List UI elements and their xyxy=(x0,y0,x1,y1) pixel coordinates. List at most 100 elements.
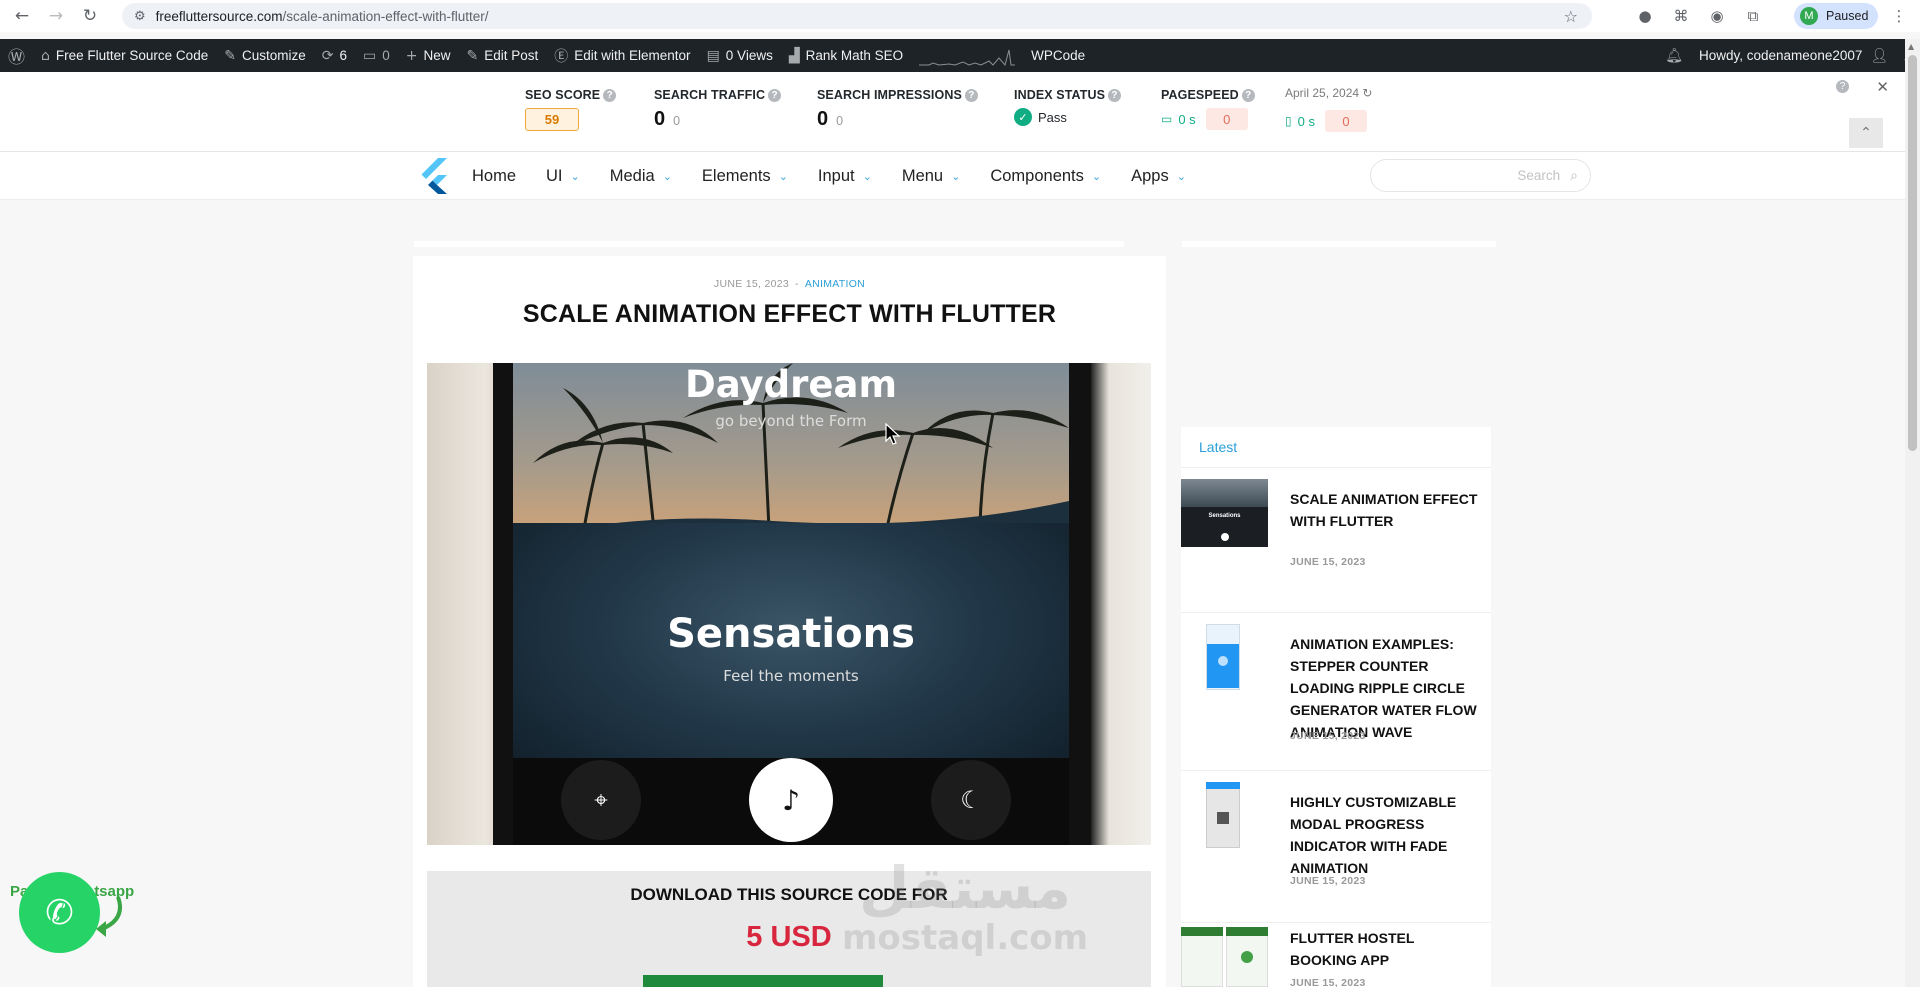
admin-views-link[interactable]: ▤ 0 Views xyxy=(699,39,781,72)
site-info-icon[interactable]: ⚙ xyxy=(134,9,146,24)
admin-account-link[interactable]: Howdy, codenameone2007 👤︎ xyxy=(1691,39,1896,72)
admin-elementor-link[interactable]: Ⓔ Edit with Elementor xyxy=(546,39,698,72)
post-thumbnail[interactable] xyxy=(1204,624,1242,692)
admin-site-link[interactable]: ⌂ Free Flutter Source Code xyxy=(33,39,216,72)
post-title-link[interactable]: HIGHLY CUSTOMIZABLE MODAL PROGRESS INDIC… xyxy=(1290,791,1480,879)
content-divider xyxy=(414,241,1124,247)
elementor-icon: Ⓔ xyxy=(554,48,569,65)
menu-item-media[interactable]: Media ⌄ xyxy=(610,167,672,186)
post-title-link[interactable]: FLUTTER HOSTEL BOOKING APP xyxy=(1290,927,1480,971)
admin-rank-math-link[interactable]: ▟ Rank Math SEO xyxy=(781,39,911,72)
menu-item-home[interactable]: Home xyxy=(472,167,516,186)
scroll-up-icon[interactable]: ▲ xyxy=(1908,42,1914,51)
help-icon[interactable]: ? xyxy=(1836,80,1849,93)
post-date: JUNE 15, 2023 xyxy=(1290,556,1366,568)
home-icon: ⌂ xyxy=(41,47,50,64)
browser-menu-icon[interactable]: ⋮ xyxy=(1888,5,1910,27)
phone-frame: Daydream go beyond the Form Sensations F… xyxy=(493,363,1091,845)
reload-icon[interactable]: ↻ xyxy=(78,4,102,28)
mobile-icon: ▯ xyxy=(1285,114,1292,128)
moon-icon: ☾ xyxy=(931,760,1011,840)
post-thumbnail[interactable]: Sensations xyxy=(1181,479,1268,547)
wordpress-logo-icon[interactable]: Ⓦ xyxy=(0,39,33,72)
chart-icon: ▤ xyxy=(706,47,720,64)
code-extension-icon[interactable]: ⌘ xyxy=(1670,5,1692,27)
latest-posts-widget: Latest Sensations SCALE ANIMATION EFFECT… xyxy=(1181,427,1491,987)
user-icon: 👤︎ xyxy=(1870,47,1889,64)
menu-item-apps[interactable]: Apps ⌄ xyxy=(1131,167,1186,186)
search-input[interactable] xyxy=(1410,168,1561,183)
post-thumbnail[interactable] xyxy=(1204,782,1242,850)
page-scrollbar[interactable]: ▲ xyxy=(1905,39,1920,987)
download-title: DOWNLOAD THIS SOURCE CODE FOR xyxy=(630,885,948,904)
admin-comments-link[interactable]: ▭ 0 xyxy=(355,39,398,72)
check-icon: ✓ xyxy=(1014,108,1032,126)
admin-wpcode-link[interactable]: WPCode xyxy=(1023,39,1093,72)
close-icon[interactable]: ✕ xyxy=(1876,78,1889,96)
post-title-link[interactable]: SCALE ANIMATION EFFECT WITH FLUTTER xyxy=(1290,488,1480,532)
index-status-stat: INDEX STATUS? ✓ Pass xyxy=(1014,88,1122,126)
post-date: JUNE 15, 2023 xyxy=(1290,730,1366,742)
desktop-icon: ▭ xyxy=(1161,112,1173,126)
scrollbar-thumb[interactable] xyxy=(1908,55,1917,451)
phone-screen: Daydream go beyond the Form Sensations F… xyxy=(513,363,1069,845)
list-item[interactable]: Sensations SCALE ANIMATION EFFECT WITH F… xyxy=(1181,468,1491,613)
arrow-forward-icon[interactable]: → xyxy=(44,4,68,28)
pagespeed-stat: PAGESPEED? ▭ 0 s 0 xyxy=(1161,88,1255,130)
puzzle-extensions-icon[interactable]: ⧉ xyxy=(1742,5,1764,27)
page-title: SCALE ANIMATION EFFECT WITH FLUTTER xyxy=(522,300,1057,328)
menu-item-ui[interactable]: UI ⌄ xyxy=(546,167,580,186)
menu-item-elements[interactable]: Elements ⌄ xyxy=(702,167,788,186)
admin-updates-link[interactable]: ⟳ 6 xyxy=(314,39,355,72)
post-meta: JUNE 15, 2023- ANIMATION xyxy=(713,278,866,290)
help-icon[interactable]: ? xyxy=(768,89,782,102)
chevron-down-icon: ⌄ xyxy=(778,169,788,183)
mouse-cursor-icon xyxy=(885,423,901,445)
whatsapp-icon: ✆ xyxy=(45,892,74,933)
help-icon[interactable]: ? xyxy=(1108,89,1122,102)
price: 5 USD xyxy=(746,921,832,953)
search-traffic-stat: SEARCH TRAFFIC? 00 xyxy=(654,88,782,131)
list-item[interactable]: FLUTTER HOSTEL BOOKING APP JUNE 15, 2023 xyxy=(1181,923,1491,987)
chevron-down-icon: ⌄ xyxy=(1091,169,1102,183)
address-bar[interactable]: ⚙ freefluttersource.com/scale-animation-… xyxy=(122,3,1592,29)
widget-title: Latest xyxy=(1181,427,1491,468)
menu-item-input[interactable]: Input ⌄ xyxy=(818,167,872,186)
search-impressions-stat: SEARCH IMPRESSIONS? 00 xyxy=(817,88,978,131)
refresh-icon[interactable]: ↻ xyxy=(1362,86,1372,100)
extension-icon[interactable]: ● xyxy=(1634,5,1656,27)
menu-item-components[interactable]: Components ⌄ xyxy=(990,167,1101,186)
whatsapp-button[interactable]: ✆ xyxy=(19,872,100,953)
chevron-down-icon: ⌄ xyxy=(570,169,580,183)
chevron-down-icon: ⌄ xyxy=(1176,169,1186,183)
help-icon[interactable]: ? xyxy=(964,89,978,102)
chevron-up-icon[interactable]: ⌃ xyxy=(1849,118,1883,148)
brush-icon: ✎ xyxy=(224,47,236,64)
bell-icon[interactable]: 🔔︎ xyxy=(1657,39,1691,72)
post-thumbnail[interactable] xyxy=(1181,927,1268,987)
help-icon[interactable]: ? xyxy=(1241,89,1255,102)
list-item[interactable]: ANIMATION EXAMPLES: STEPPER COUNTER LOAD… xyxy=(1181,613,1491,771)
wp-admin-bar: Ⓦ ⌂ Free Flutter Source Code ✎ Customize ⟳… xyxy=(0,39,1920,72)
post-category-link[interactable]: ANIMATION xyxy=(805,278,865,290)
profile-button[interactable]: M Paused xyxy=(1794,3,1878,29)
main-menu: Home UI ⌄ Media ⌄ Elements ⌄ Input ⌄ Menu ⌄ C… xyxy=(472,152,1216,200)
pagespeed-date: April 25, 2024 ↻ ▯ 0 s 0 xyxy=(1285,86,1372,132)
help-icon[interactable]: ? xyxy=(603,89,617,102)
menu-item-menu[interactable]: Menu ⌄ xyxy=(902,167,961,186)
admin-customize-link[interactable]: ✎ Customize xyxy=(216,39,314,72)
flutter-logo[interactable] xyxy=(418,158,450,194)
list-item[interactable]: HIGHLY CUSTOMIZABLE MODAL PROGRESS INDIC… xyxy=(1181,771,1491,923)
admin-edit-post-link[interactable]: ✎ Edit Post xyxy=(458,39,546,72)
admin-new-link[interactable]: + New xyxy=(398,39,459,72)
avatar: M xyxy=(1800,7,1818,25)
post-date: JUNE 15, 2023 xyxy=(1290,977,1366,987)
curved-arrow-icon xyxy=(96,896,122,937)
search-icon[interactable]: ⌕ xyxy=(1570,168,1578,184)
buy-button[interactable] xyxy=(643,975,883,987)
arrow-back-icon[interactable]: ← xyxy=(10,4,34,28)
post-title-link[interactable]: ANIMATION EXAMPLES: STEPPER COUNTER LOAD… xyxy=(1290,633,1480,743)
bookmark-star-icon[interactable]: ☆ xyxy=(1564,7,1578,26)
blue-extension-icon[interactable]: ◉ xyxy=(1706,5,1728,27)
hero-title-top: Daydream xyxy=(684,363,897,406)
